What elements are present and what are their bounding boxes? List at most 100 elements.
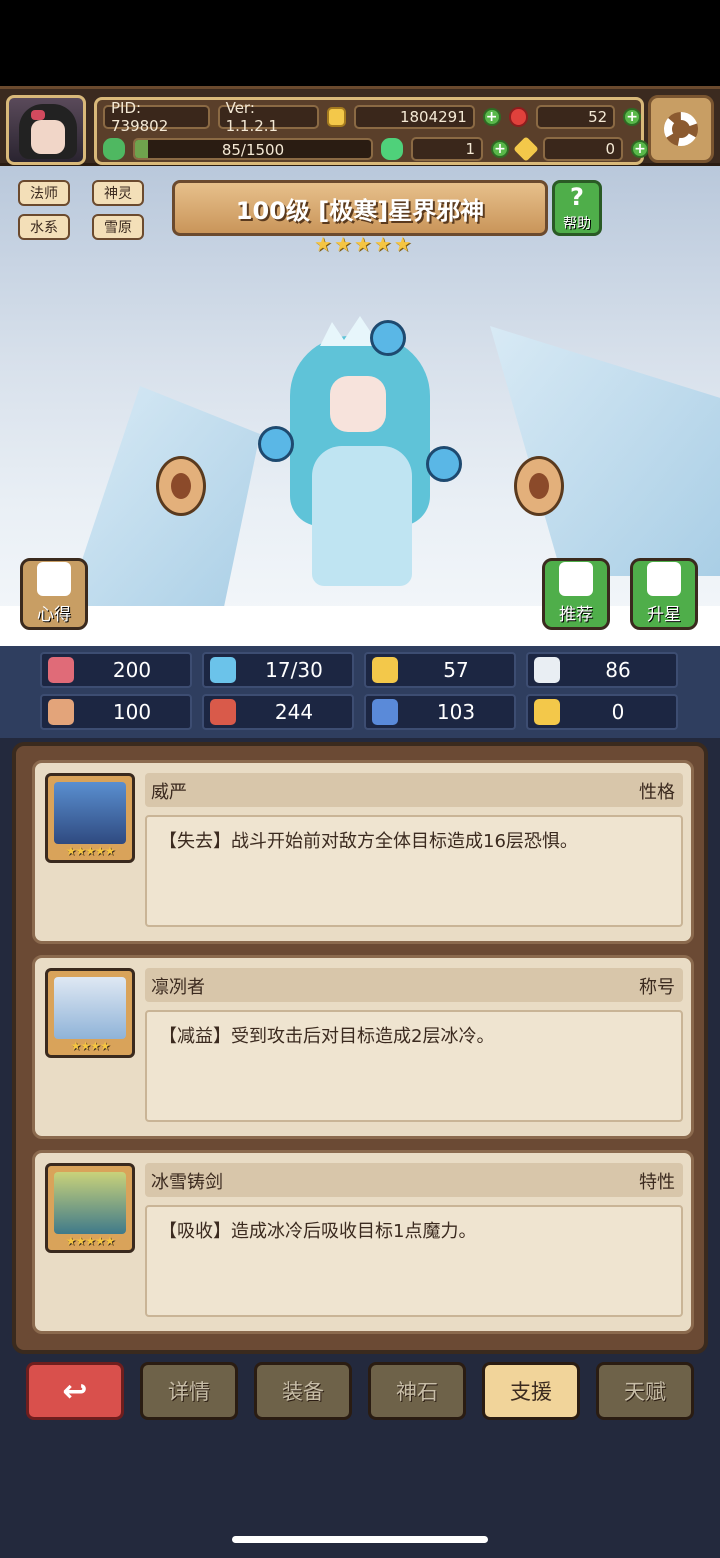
- skill-portrait: ★★★★: [45, 968, 135, 1058]
- skill-card[interactable]: ★★★★★ 威严 性格 【失去】战斗开始前对敌方全体目标造成16层恐惧。: [32, 760, 694, 944]
- star-icon: ★: [333, 232, 352, 256]
- stat-defense: 57: [364, 652, 516, 688]
- tab-support[interactable]: 支援: [482, 1362, 580, 1420]
- hero-dress: [312, 446, 412, 586]
- ruby-icon: [508, 107, 529, 127]
- horseshoe-icon: [534, 699, 560, 725]
- skill-description: 【失去】战斗开始前对敌方全体目标造成16层恐惧。: [145, 815, 683, 927]
- upgrade-label: 升星: [647, 605, 681, 625]
- xp-text: 85/1500: [221, 141, 285, 159]
- star-icon: ★: [393, 232, 412, 256]
- skill-name: 威严: [151, 782, 187, 803]
- skill-card[interactable]: ★★★★★ 冰雪铸剑 特性 【吸收】造成冰冷后吸收目标1点魔力。: [32, 1150, 694, 1334]
- skill-header: 威严 性格: [145, 773, 683, 807]
- hero-face: [330, 376, 386, 432]
- avatar-bow: [31, 110, 45, 120]
- shield-icon: [372, 657, 398, 683]
- portrait-image: [54, 977, 126, 1039]
- pid-label: PID: 739802: [103, 99, 210, 135]
- hero-stars: ★ ★ ★ ★ ★: [314, 232, 412, 256]
- scroll-icon: [372, 699, 398, 725]
- home-indicator[interactable]: [232, 1536, 488, 1543]
- skill-header: 冰雪铸剑 特性: [145, 1163, 683, 1197]
- stat-magic: 244: [202, 694, 354, 730]
- stat-wisdom: 103: [364, 694, 516, 730]
- key-icon: [513, 136, 539, 162]
- tab-talent[interactable]: 天赋: [596, 1362, 694, 1420]
- star-icon: ★: [314, 232, 332, 256]
- portrait-stars: ★★★★★: [65, 844, 116, 858]
- tab-god-stone[interactable]: 神石: [368, 1362, 466, 1420]
- tag-element: 水系: [18, 214, 70, 240]
- tag-class: 法师: [18, 180, 70, 206]
- recommend-button[interactable]: 推荐: [542, 558, 610, 630]
- coin-icon: [326, 107, 347, 127]
- add-gold-button[interactable]: +: [482, 108, 501, 126]
- bottom-tab-bar: ↩ 详情 装备 神石 支援 天赋: [0, 1362, 720, 1422]
- skill-name: 冰雪铸剑: [151, 1172, 223, 1193]
- support-panel: ★★★★★ 威严 性格 【失去】战斗开始前对敌方全体目标造成16层恐惧。 ★★★…: [12, 742, 708, 1354]
- add-clover-button[interactable]: +: [491, 140, 509, 158]
- thumbs-up-icon: [559, 562, 593, 596]
- stats-panel: 200 17/30 57 86 100 244 103 0: [0, 646, 720, 738]
- skill-description: 【减益】受到攻击后对目标造成2层冰冷。: [145, 1010, 683, 1122]
- key-count: 0: [543, 137, 623, 161]
- skill-description: 【吸收】造成冰冷后吸收目标1点魔力。: [145, 1205, 683, 1317]
- settings-button[interactable]: [648, 95, 714, 163]
- skill-portrait: ★★★★★: [45, 1163, 135, 1253]
- lucky-clover-icon: [381, 138, 403, 160]
- help-button[interactable]: ? 帮助: [552, 180, 602, 236]
- help-label: 帮助: [563, 216, 591, 232]
- water-drop-icon: [210, 657, 236, 683]
- skill-type: 特性: [639, 1172, 675, 1193]
- notebook-icon: [37, 562, 71, 596]
- notes-button[interactable]: 心得: [20, 558, 88, 630]
- portrait-image: [54, 782, 126, 844]
- back-arrow-icon: ↩: [62, 1373, 88, 1409]
- resource-panel: PID: 739802 Ver: 1.1.2.1 1804291 + 52 + …: [94, 97, 649, 165]
- stat-luck: 0: [526, 694, 678, 730]
- hero-character: [250, 306, 470, 636]
- stat-hp: 200: [40, 652, 192, 688]
- clover-count: 1: [411, 137, 483, 161]
- recommend-label: 推荐: [559, 605, 593, 625]
- add-ruby-button[interactable]: +: [623, 108, 641, 126]
- skill-type: 性格: [639, 782, 675, 803]
- ruby-count: 52: [536, 105, 616, 129]
- star-icon: ★: [373, 232, 392, 256]
- add-key-button[interactable]: +: [631, 140, 649, 158]
- ice-orb: [370, 320, 406, 356]
- version-label: Ver: 1.1.2.1: [217, 99, 319, 135]
- portrait-stars: ★★★★★: [65, 1234, 116, 1248]
- star-icon: ★: [353, 232, 372, 256]
- portrait-stars: ★★★★: [70, 1039, 110, 1053]
- hero-name-banner: 100级 [极寒]星界邪神: [172, 180, 548, 236]
- portrait-image: [54, 1172, 126, 1234]
- hero-scene: 法师 神灵 水系 雪原 100级 [极寒]星界邪神 ★ ★ ★ ★ ★ ? 帮助…: [0, 166, 720, 646]
- ice-orb: [258, 426, 294, 462]
- right-rune-icon[interactable]: [514, 456, 564, 516]
- stat-speed: 86: [526, 652, 678, 688]
- clover-icon: [103, 138, 125, 160]
- heart-icon: [48, 657, 74, 683]
- top-bar: PID: 739802 Ver: 1.1.2.1 1804291 + 52 + …: [0, 86, 720, 166]
- skill-card[interactable]: ★★★★ 凛冽者 称号 【减益】受到攻击后对目标造成2层冰冷。: [32, 955, 694, 1139]
- back-button[interactable]: ↩: [26, 1362, 124, 1420]
- ice-crystal-right: [490, 326, 720, 576]
- stat-mana: 17/30: [202, 652, 354, 688]
- tab-details[interactable]: 详情: [140, 1362, 238, 1420]
- player-avatar[interactable]: [6, 95, 86, 165]
- tag-region: 雪原: [92, 214, 144, 240]
- ice-orb: [426, 446, 462, 482]
- book-icon: [210, 699, 236, 725]
- hero-name: 100级 [极寒]星界邪神: [235, 196, 485, 225]
- notes-label: 心得: [37, 605, 71, 625]
- xp-bar: 85/1500: [133, 138, 373, 160]
- tab-equipment[interactable]: 装备: [254, 1362, 352, 1420]
- question-icon: ?: [570, 183, 584, 211]
- left-rune-icon[interactable]: [156, 456, 206, 516]
- upgrade-star-button[interactable]: 升星: [630, 558, 698, 630]
- gear-icon: [664, 112, 698, 146]
- skill-header: 凛冽者 称号: [145, 968, 683, 1002]
- skill-type: 称号: [639, 977, 675, 998]
